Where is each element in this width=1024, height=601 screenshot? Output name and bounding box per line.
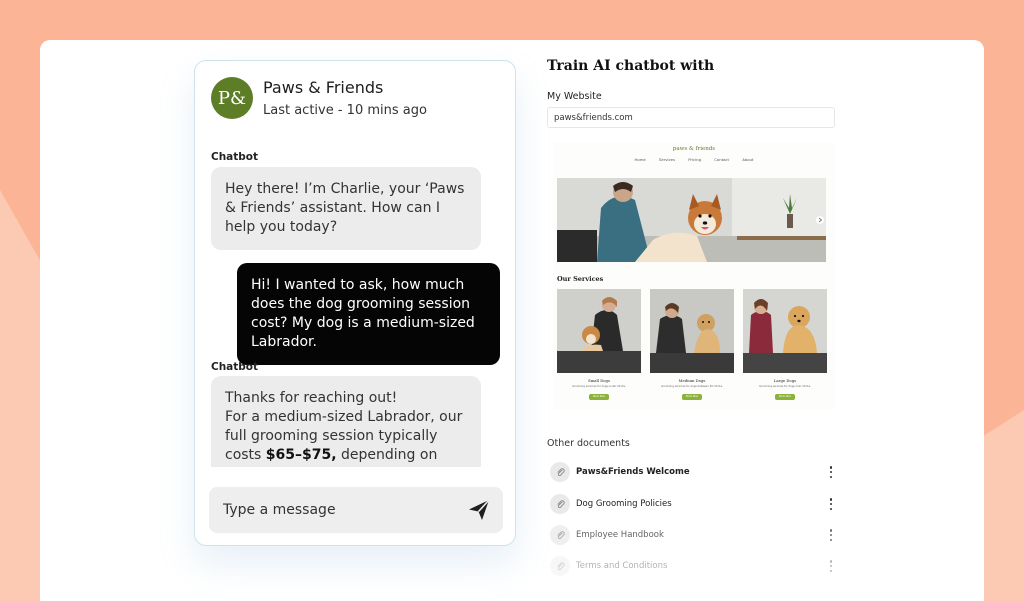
message-text: Hi! I wanted to ask, how much does the d… [251,277,475,350]
message-intro: Thanks for reaching out! [225,390,398,406]
service-name: Medium Dogs [678,378,706,383]
bot-message: Hey there! I’m Charlie, your ‘Paws & Fri… [211,167,481,250]
paperclip-icon [550,494,570,514]
service-description: Grooming services for dogs under 20 lbs. [572,385,626,388]
message-text: Hey there! I’m Charlie, your ‘Paws & Fri… [225,181,465,235]
message-input[interactable] [223,502,443,518]
preview-nav-item: About [742,157,754,162]
more-options-icon[interactable] [826,528,836,542]
service-book-button[interactable]: Book Now [682,394,702,400]
message-composer [209,487,503,533]
user-message: Hi! I wanted to ask, how much does the d… [237,263,500,365]
document-name: Employee Handbook [576,530,664,540]
service-image-medium [650,289,734,373]
service-description: Grooming services for dogs over 50 lbs. [759,385,811,388]
panel-title: Train AI chatbot with [547,58,715,74]
website-label: My Website [547,91,602,102]
main-card: P& Paws & Friends Last active - 10 mins … [40,40,984,601]
preview-nav-item: Pricing [688,157,702,162]
document-name: Dog Grooming Policies [576,499,672,509]
more-options-icon[interactable] [826,465,836,479]
chat-title: Paws & Friends [263,78,384,97]
service-image-large [743,289,827,373]
document-name: Paws&Friends Welcome [576,467,690,477]
service-description: Grooming services for dogs between 20–50… [661,385,723,388]
bot-message: Thanks for reaching out! For a medium-si… [211,376,481,467]
price-range: $65–$75, [265,447,337,463]
services-heading: Our Services [557,275,604,283]
service-book-button[interactable]: Book Now [589,394,609,400]
message-sender: Chatbot [211,151,259,163]
documents-label: Other documents [547,438,630,449]
service-name: Small Dogs [588,378,610,383]
website-preview: paws & friends Home Services Pricing Con… [553,142,835,410]
document-name: Terms and Conditions [576,561,668,571]
document-item[interactable]: Dog Grooming Policies [550,493,836,515]
preview-nav-item: Contact [714,157,730,162]
last-active-status: Last active - 10 mins ago [263,103,427,118]
preview-logo: paws & friends [672,146,716,152]
chat-window: P& Paws & Friends Last active - 10 mins … [194,60,516,546]
send-icon[interactable] [467,498,491,522]
training-panel: Train AI chatbot with My Website paws & … [547,40,847,601]
more-options-icon[interactable] [826,497,836,511]
website-url-field[interactable] [547,107,835,128]
document-item[interactable]: Employee Handbook [550,524,836,546]
avatar: P& [211,77,253,119]
preview-nav-item: Services [658,157,675,162]
service-image-small [557,289,641,373]
more-options-icon[interactable] [826,559,836,573]
message-list[interactable]: Chatbot Hey there! I’m Charlie, your ‘Pa… [195,151,515,467]
hero-image [557,178,826,262]
paperclip-icon [550,462,570,482]
preview-nav: Home Services Pricing Contact About [553,157,835,162]
paperclip-icon [550,556,570,576]
background-shape-left [0,190,42,601]
paperclip-icon [550,525,570,545]
chat-header: P& Paws & Friends Last active - 10 mins … [211,77,427,119]
document-item[interactable]: Terms and Conditions [550,555,836,577]
message-sender: Chatbot [211,361,259,373]
service-book-button[interactable]: Book Now [775,394,795,400]
background-shape-right [982,410,1024,601]
document-item[interactable]: Paws&Friends Welcome [550,461,836,483]
preview-nav-item: Home [634,157,646,162]
service-name: Large Dogs [773,378,797,383]
